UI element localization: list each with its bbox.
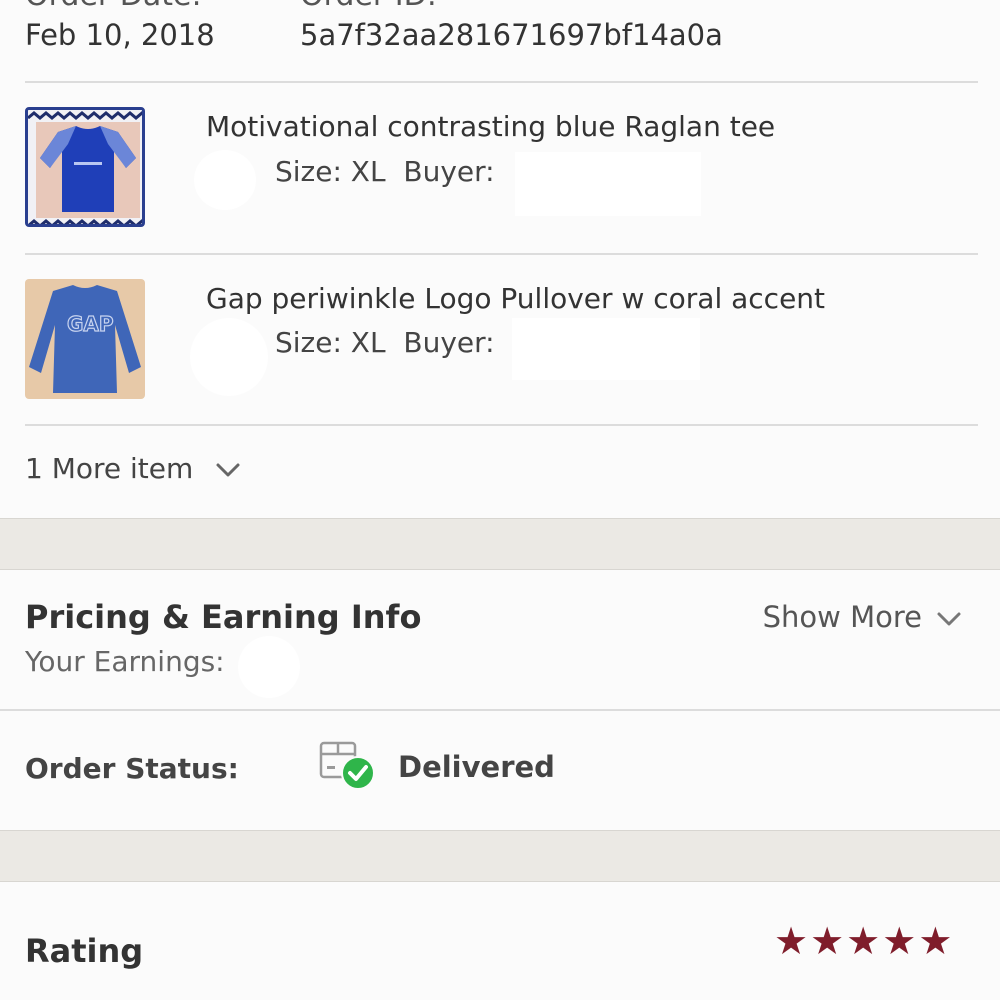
redaction-circle xyxy=(238,636,300,698)
order-status-value: Delivered xyxy=(398,750,555,784)
svg-text:GAP: GAP xyxy=(67,312,114,336)
earnings-label: Your Earnings: xyxy=(25,645,225,678)
item-meta: Size: XL Buyer: xyxy=(275,155,495,188)
order-date: Feb 10, 2018 xyxy=(25,18,215,52)
rating-title: Rating xyxy=(25,932,144,970)
chevron-down-icon xyxy=(215,452,241,485)
star-icon: ★ xyxy=(774,919,809,963)
item-thumbnail[interactable] xyxy=(25,107,145,227)
star-icon: ★ xyxy=(918,919,953,963)
item-buyer-label: Buyer: xyxy=(403,326,495,359)
section-separator xyxy=(0,518,1000,570)
divider xyxy=(0,709,1000,711)
item-title[interactable]: Gap periwinkle Logo Pullover w coral acc… xyxy=(206,282,825,315)
item-size: Size: XL xyxy=(275,155,386,188)
order-id: 5a7f32aa281671697bf14a0a xyxy=(300,18,723,52)
show-more-button[interactable]: Show More xyxy=(763,600,962,634)
order-id-label: Order ID: xyxy=(300,0,437,13)
show-more-label: Show More xyxy=(762,600,922,634)
rating-stars: ★ ★ ★ ★ ★ xyxy=(774,922,952,960)
order-status-label: Order Status: xyxy=(25,752,239,785)
divider xyxy=(25,253,978,255)
section-separator xyxy=(0,830,1000,882)
more-items-label: 1 More item xyxy=(25,452,194,485)
pricing-title: Pricing & Earning Info xyxy=(25,598,422,636)
chevron-down-icon xyxy=(936,600,962,634)
divider xyxy=(25,81,978,83)
redaction-circle xyxy=(194,150,256,210)
divider xyxy=(25,424,978,426)
order-date-label: Order Date: xyxy=(25,0,202,13)
item-thumbnail[interactable]: GAP xyxy=(25,279,145,399)
star-icon: ★ xyxy=(846,919,881,963)
star-icon: ★ xyxy=(882,919,917,963)
item-size: Size: XL xyxy=(275,326,386,359)
item-title[interactable]: Motivational contrasting blue Raglan tee xyxy=(206,110,775,143)
more-items-toggle[interactable]: 1 More item xyxy=(25,452,241,485)
redaction-rect xyxy=(515,152,701,216)
star-icon: ★ xyxy=(810,919,845,963)
redaction-circle xyxy=(190,318,268,396)
redaction-rect xyxy=(512,318,700,380)
item-buyer-label: Buyer: xyxy=(403,155,495,188)
package-check-icon xyxy=(318,740,378,792)
item-meta: Size: XL Buyer: xyxy=(275,326,495,359)
